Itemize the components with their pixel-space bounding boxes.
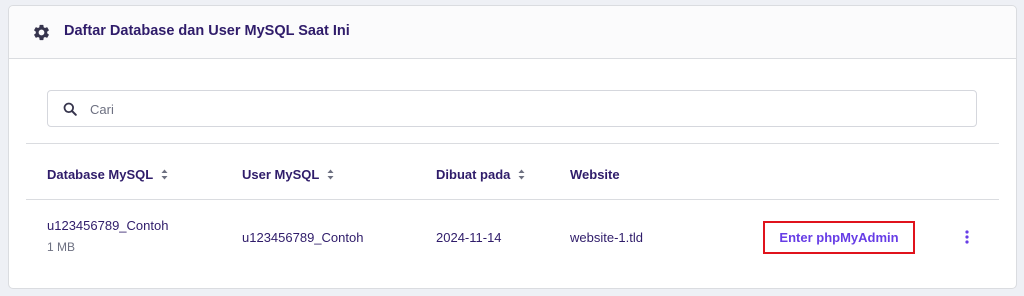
card-header: Daftar Database dan User MySQL Saat Ini (9, 6, 1016, 59)
database-name: u123456789_Contoh (47, 218, 169, 233)
created-date: 2024-11-14 (436, 230, 502, 245)
table-top-divider (26, 143, 999, 144)
card-title: Daftar Database dan User MySQL Saat Ini (64, 23, 350, 39)
column-header-website: Website (570, 167, 620, 182)
database-list-card: Daftar Database dan User MySQL Saat Ini … (8, 5, 1017, 289)
search-icon (63, 102, 77, 116)
search-input[interactable] (88, 91, 962, 128)
table-header-divider (26, 199, 999, 200)
column-header-label: Website (570, 167, 620, 182)
column-header-user[interactable]: User MySQL (242, 167, 334, 182)
sort-icon[interactable] (518, 169, 525, 180)
column-header-label: Database MySQL (47, 167, 154, 182)
column-header-database[interactable]: Database MySQL (47, 167, 168, 182)
column-header-label: User MySQL (242, 167, 320, 182)
website-domain: website-1.tld (570, 230, 643, 245)
column-header-created[interactable]: Dibuat pada (436, 167, 525, 182)
search-box[interactable] (47, 90, 977, 128)
database-size: 1 MB (47, 240, 76, 254)
mysql-user: u123456789_Contoh (242, 230, 364, 245)
sort-icon[interactable] (161, 169, 168, 180)
gear-icon (32, 23, 51, 42)
enter-phpmyadmin-button[interactable]: Enter phpMyAdmin (763, 221, 915, 254)
sort-icon[interactable] (327, 169, 334, 180)
column-header-label: Dibuat pada (436, 167, 511, 182)
kebab-menu-icon[interactable] (960, 228, 974, 246)
